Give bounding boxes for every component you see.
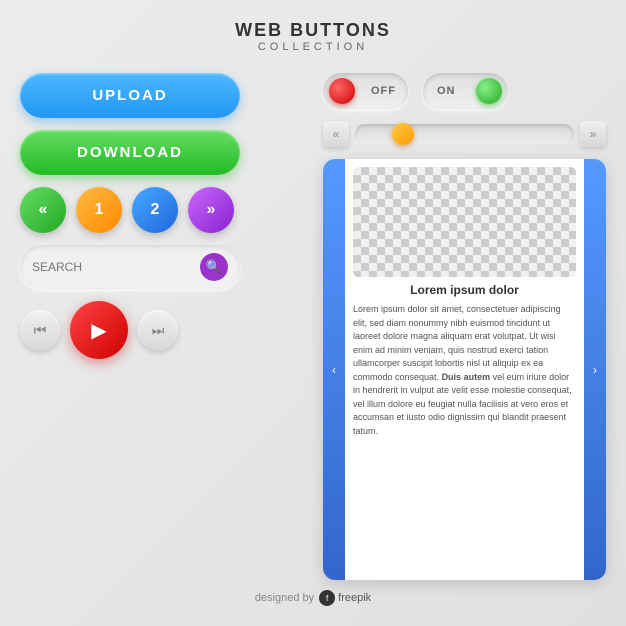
toggle-off-dot [329, 78, 355, 104]
search-icon: 🔍 [206, 259, 222, 275]
media-player: ⏮ ▶ ⏭ [20, 301, 303, 359]
page-subtitle: COLLECTION [235, 41, 391, 53]
media-prev-icon: ⏮ [34, 322, 47, 339]
page-title: WEB BUTTONS [235, 20, 391, 41]
search-input[interactable] [32, 260, 200, 274]
card-image [353, 167, 576, 277]
card-text: Lorem ipsum dolor sit amet, consectetuer… [353, 303, 576, 438]
card-text-main: Lorem ipsum dolor sit amet, consectetuer… [353, 304, 561, 382]
upload-button[interactable]: UPLOAD [20, 73, 240, 118]
media-next-icon: ⏭ [152, 322, 165, 339]
slider-track[interactable] [355, 124, 574, 144]
search-bar[interactable]: 🔍 [20, 245, 240, 289]
freepik-logo: f freepik [319, 590, 371, 606]
download-button[interactable]: DOWNLOAD [20, 130, 240, 175]
toggle-off-switch[interactable]: OFF [323, 73, 408, 109]
pagination-next-button[interactable]: » [188, 187, 234, 233]
toggle-on-switch[interactable]: ON [423, 73, 508, 109]
media-next-button[interactable]: ⏭ [138, 310, 178, 350]
card-viewer: ‹ Lorem ipsum dolor Lorem ipsum dolor si… [323, 159, 606, 580]
card-next-button[interactable]: › [584, 159, 606, 580]
toggle-on-dot [476, 78, 502, 104]
card-text-bold: Duis autem [442, 372, 491, 382]
slider-left-button[interactable]: « [323, 121, 349, 147]
pagination-page2-button[interactable]: 2 [132, 187, 178, 233]
media-play-icon: ▶ [91, 318, 106, 343]
toggle-off-label: OFF [371, 85, 396, 97]
media-play-button[interactable]: ▶ [70, 301, 128, 359]
card-prev-button[interactable]: ‹ [323, 159, 345, 580]
pagination-prev-button[interactable]: « [20, 187, 66, 233]
card-content: Lorem ipsum dolor Lorem ipsum dolor sit … [345, 159, 584, 580]
freepik-icon: f [319, 590, 335, 606]
footer-designed-by: designed by [255, 592, 314, 604]
slider-thumb[interactable] [392, 123, 414, 145]
footer: designed by f freepik [255, 590, 371, 606]
toggle-on-label: ON [437, 85, 456, 97]
page-header: WEB BUTTONS COLLECTION [235, 20, 391, 53]
main-content: UPLOAD DOWNLOAD « 1 2 » 🔍 ⏮ [20, 73, 606, 580]
media-prev-button[interactable]: ⏮ [20, 310, 60, 350]
toggle-row: OFF ON [323, 73, 606, 109]
left-column: UPLOAD DOWNLOAD « 1 2 » 🔍 ⏮ [20, 73, 303, 580]
card-title: Lorem ipsum dolor [353, 283, 576, 297]
pagination-page1-button[interactable]: 1 [76, 187, 122, 233]
right-column: OFF ON « » ‹ Lor [323, 73, 606, 580]
slider-row: « » [323, 121, 606, 147]
search-button[interactable]: 🔍 [200, 253, 228, 281]
footer-brand: freepik [338, 592, 371, 604]
pagination-row: « 1 2 » [20, 187, 303, 233]
slider-right-button[interactable]: » [580, 121, 606, 147]
